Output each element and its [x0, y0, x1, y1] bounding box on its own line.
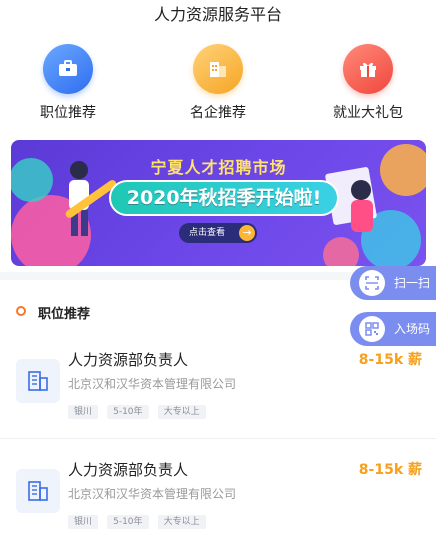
job-divider: [0, 438, 436, 439]
section-dot-icon: [16, 306, 26, 316]
job-tags: 银川 5-10年 大专以上: [68, 509, 210, 529]
tag-experience: 5-10年: [107, 515, 149, 529]
nav-label-jobs: 职位推荐: [40, 105, 96, 121]
company-name: 北京汉和汉华资本管理有限公司: [68, 377, 237, 391]
nav-item-jobs[interactable]: 职位推荐: [13, 40, 123, 122]
building-icon: [193, 44, 243, 94]
tag-education: 大专以上: [157, 405, 206, 419]
job-tags: 银川 5-10年 大专以上: [68, 399, 210, 419]
job-card[interactable]: 人力资源部负责人 8-15k 薪 北京汉和汉华资本管理有限公司 银川 5-10年…: [0, 349, 436, 429]
nav-label-gift: 就业大礼包: [333, 105, 403, 121]
banner-view-button[interactable]: 点击查看 →: [179, 223, 257, 243]
scan-icon: [359, 270, 385, 296]
entry-code-button[interactable]: 入场码: [350, 312, 436, 346]
banner-title: 宁夏人才招聘市场: [150, 158, 287, 177]
scan-button[interactable]: 扫一扫: [350, 266, 436, 300]
company-logo-icon: [16, 469, 60, 513]
company-name: 北京汉和汉华资本管理有限公司: [68, 487, 237, 501]
section-title: 职位推荐: [38, 307, 91, 322]
briefcase-icon: [43, 44, 93, 94]
job-card[interactable]: 人力资源部负责人 8-15k 薪 北京汉和汉华资本管理有限公司 银川 5-10年…: [0, 459, 436, 535]
tag-location: 银川: [68, 405, 99, 419]
nav-label-companies: 名企推荐: [190, 105, 246, 121]
tag-education: 大专以上: [157, 515, 206, 529]
page-title: 人力资源服务平台: [153, 5, 282, 24]
nav-item-companies[interactable]: 名企推荐: [163, 40, 273, 122]
scan-label: 扫一扫: [394, 276, 431, 290]
promo-banner[interactable]: 宁夏人才招聘市场 2020年秋招季开始啦! 点击查看 →: [11, 140, 426, 266]
job-title: 人力资源部负责人: [68, 461, 189, 479]
job-salary: 8-15k 薪: [358, 462, 422, 478]
nav-item-gift[interactable]: 就业大礼包: [313, 40, 423, 122]
job-title: 人力资源部负责人: [68, 351, 189, 369]
banner-view-label: 点击查看: [189, 228, 226, 238]
gift-icon: [343, 44, 393, 94]
qrcode-icon: [359, 316, 385, 342]
banner-subtitle: 2020年秋招季开始啦!: [109, 180, 339, 216]
nav-grid: 职位推荐 名企推荐 就业大礼包: [0, 40, 436, 125]
company-logo-icon: [16, 359, 60, 403]
entry-code-label: 入场码: [394, 322, 431, 336]
tag-location: 银川: [68, 515, 99, 529]
tag-experience: 5-10年: [107, 405, 149, 419]
arrow-right-icon: →: [239, 225, 255, 241]
job-salary: 8-15k 薪: [358, 352, 422, 368]
